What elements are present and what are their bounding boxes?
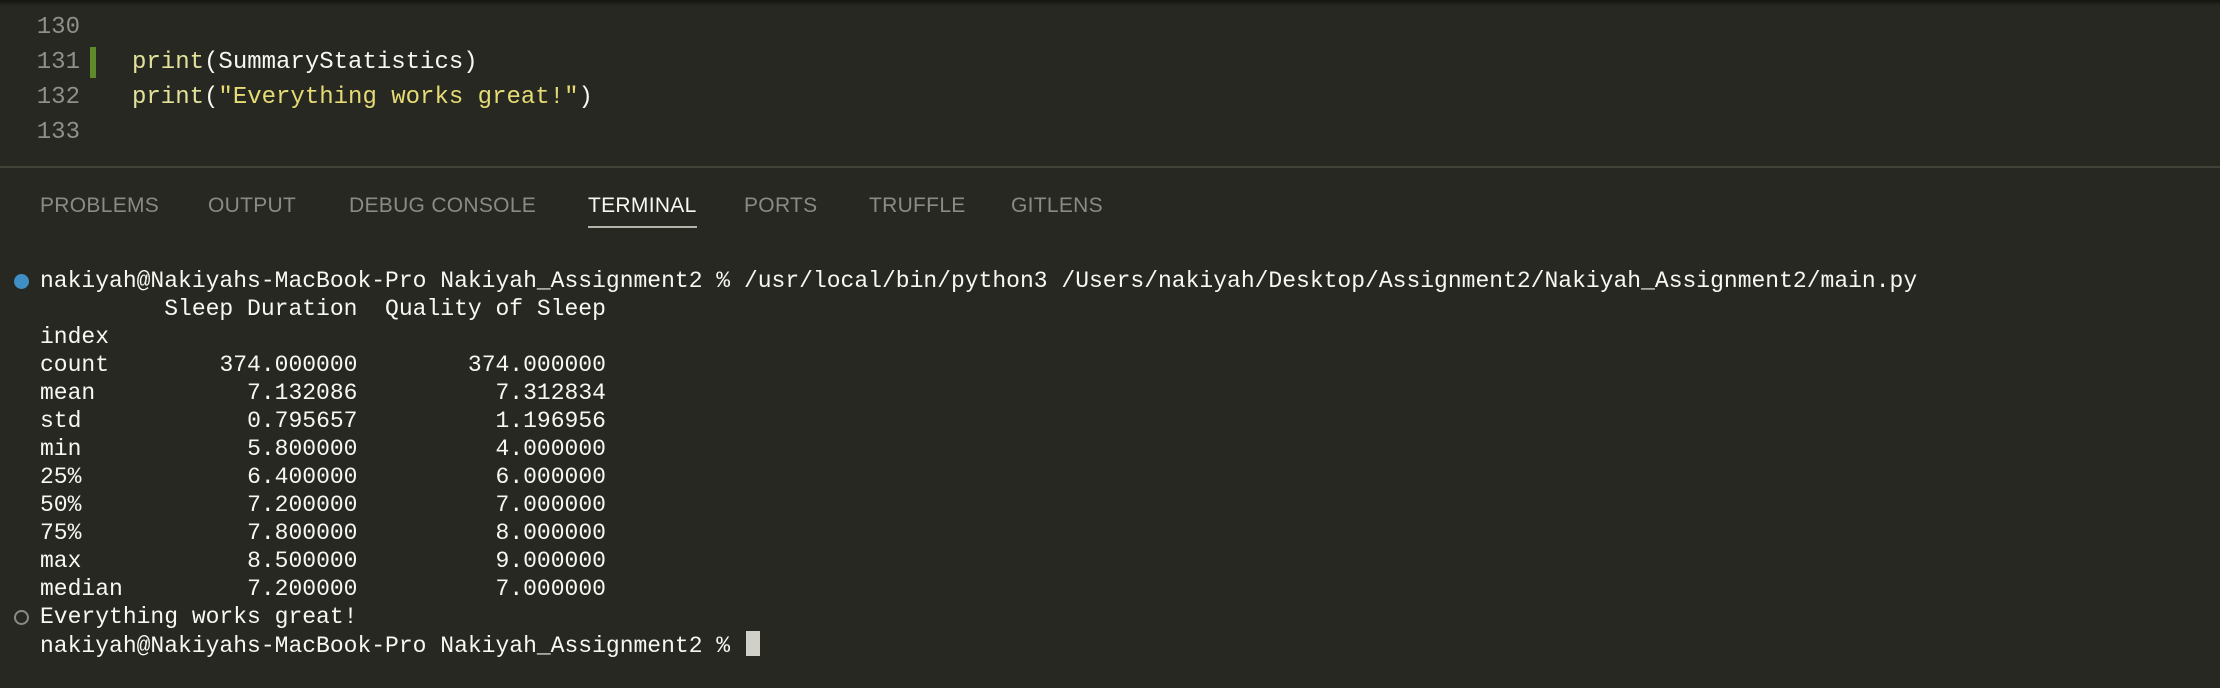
column-spacer — [357, 492, 495, 518]
terminal-cursor — [745, 631, 760, 656]
row-label: mean — [40, 380, 96, 406]
sleep-duration-value: 7.800000 — [247, 520, 358, 546]
code-token: ( — [204, 84, 219, 111]
table-row: median 7.200000 7.000000 — [40, 575, 606, 603]
sleep-duration-value: 5.800000 — [247, 436, 358, 462]
bottom-panel: PROBLEMS OUTPUT DEBUG CONSOLE TERMINAL PORTS… — [0, 166, 2220, 688]
code-token: ) — [578, 84, 593, 111]
tab-debug-console[interactable]: DEBUG CONSOLE — [349, 186, 536, 228]
line-number: 131 — [36, 49, 80, 76]
column-spacer — [81, 520, 247, 546]
sleep-duration-value: 8.500000 — [247, 548, 358, 574]
quality-of-sleep-value: 7.000000 — [495, 492, 606, 518]
table-row: 25% 6.400000 6.000000 — [40, 463, 606, 491]
code-line[interactable]: 133 — [0, 115, 2220, 150]
table-row: 75% 7.800000 8.000000 — [40, 519, 606, 547]
tab-truffle[interactable]: TRUFFLE — [869, 186, 966, 228]
column-spacer — [95, 380, 247, 406]
quality-of-sleep-value: 4.000000 — [495, 436, 606, 462]
table-row: count 374.000000 374.000000 — [40, 351, 606, 379]
sleep-duration-value: 6.400000 — [247, 464, 358, 490]
terminal-view[interactable]: nakiyah@Nakiyahs-MacBook-Pro Nakiyah_Ass… — [0, 254, 2220, 674]
column-spacer — [357, 352, 467, 378]
column-spacer — [123, 576, 247, 602]
tab-problems[interactable]: PROBLEMS — [40, 186, 159, 228]
sleep-duration-value: 7.200000 — [247, 576, 358, 602]
row-label: 75% — [40, 520, 82, 546]
table-row: mean 7.132086 7.312834 — [40, 379, 606, 407]
code-token: print — [132, 84, 205, 111]
command-success-decoration-icon[interactable] — [14, 274, 29, 289]
line-number: 130 — [36, 14, 80, 41]
terminal-command-line: nakiyah@Nakiyahs-MacBook-Pro Nakiyah_Ass… — [40, 267, 1917, 295]
column-spacer — [81, 436, 247, 462]
column-spacer — [357, 520, 495, 546]
quality-of-sleep-value: 374.000000 — [467, 352, 606, 378]
row-label: median — [40, 576, 123, 602]
sleep-duration-value: 0.795657 — [247, 408, 358, 434]
prompt-decoration-icon[interactable] — [14, 610, 29, 625]
tab-ports[interactable]: PORTS — [744, 186, 817, 228]
code-token: ) — [463, 49, 478, 76]
column-spacer — [357, 548, 495, 574]
table-index-label: index — [40, 324, 110, 350]
tab-output[interactable]: OUTPUT — [208, 186, 296, 228]
row-label: min — [40, 436, 82, 462]
terminal-command: /usr/local/bin/python3 /Users/nakiyah/De… — [743, 268, 1918, 294]
column-spacer — [357, 380, 495, 406]
row-label: 50% — [40, 492, 82, 518]
line-number: 133 — [36, 119, 80, 146]
table-row: max 8.500000 9.000000 — [40, 547, 606, 575]
terminal-prompt: nakiyah@Nakiyahs-MacBook-Pro Nakiyah_Ass… — [40, 268, 731, 294]
quality-of-sleep-value: 9.000000 — [495, 548, 606, 574]
column-spacer — [357, 464, 495, 490]
tab-terminal[interactable]: TERMINAL — [588, 186, 697, 228]
quality-of-sleep-value: 8.000000 — [495, 520, 606, 546]
column-spacer — [81, 492, 247, 518]
column-spacer — [81, 464, 247, 490]
panel-tab-bar: PROBLEMS OUTPUT DEBUG CONSOLE TERMINAL PORTS… — [0, 186, 2220, 228]
line-number: 132 — [36, 84, 80, 111]
row-label: std — [40, 408, 82, 434]
quality-of-sleep-value: 6.000000 — [495, 464, 606, 490]
code-token: SummaryStatistics — [218, 49, 464, 76]
table-header: Sleep Duration Quality of Sleep — [40, 296, 606, 322]
code-line[interactable]: 130 — [0, 10, 2220, 45]
column-spacer — [81, 408, 247, 434]
code-token: "Everything works great!" — [218, 84, 579, 111]
column-spacer — [109, 352, 219, 378]
modified-line-gutter-marker[interactable] — [90, 47, 96, 78]
column-spacer — [357, 408, 495, 434]
quality-of-sleep-value: 7.000000 — [495, 576, 606, 602]
row-label: count — [40, 352, 110, 378]
sleep-duration-value: 7.200000 — [247, 492, 358, 518]
code-token: ( — [204, 49, 219, 76]
tab-gitlens[interactable]: GITLENS — [1011, 186, 1103, 228]
sleep-duration-value: 374.000000 — [219, 352, 358, 378]
code-text: print("Everything works great!") — [132, 80, 593, 115]
terminal-prompt-line[interactable]: nakiyah@Nakiyahs-MacBook-Pro Nakiyah_Ass… — [40, 631, 760, 659]
quality-of-sleep-value: 1.196956 — [495, 408, 606, 434]
column-spacer — [357, 576, 495, 602]
column-spacer — [81, 548, 247, 574]
output-message: Everything works great! — [40, 604, 358, 630]
sleep-duration-value: 7.132086 — [247, 380, 358, 406]
code-line[interactable]: 132 print("Everything works great!") — [0, 80, 2220, 115]
row-label: max — [40, 548, 82, 574]
table-row: std 0.795657 1.196956 — [40, 407, 606, 435]
code-text: print(SummaryStatistics) — [132, 45, 478, 80]
row-label: 25% — [40, 464, 82, 490]
column-spacer — [357, 436, 495, 462]
table-row: 50% 7.200000 7.000000 — [40, 491, 606, 519]
code-line[interactable]: 131 print(SummaryStatistics) — [0, 45, 2220, 80]
code-token: print — [132, 49, 205, 76]
quality-of-sleep-value: 7.312834 — [495, 380, 606, 406]
terminal-prompt-current: nakiyah@Nakiyahs-MacBook-Pro Nakiyah_Ass… — [40, 633, 731, 659]
code-editor[interactable]: 130 131 print(SummaryStatistics) 132 print("… — [0, 0, 2220, 166]
editor-scroll-shadow — [0, 0, 2220, 6]
table-row: min 5.800000 4.000000 — [40, 435, 606, 463]
